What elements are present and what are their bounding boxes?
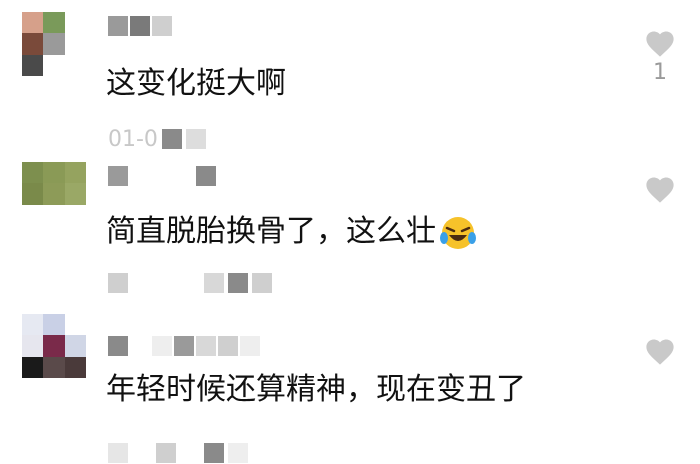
like-count: 1: [653, 60, 667, 85]
heart-icon: [646, 339, 674, 365]
comment-date: 01-0: [108, 126, 158, 152]
avatar[interactable]: [22, 12, 86, 76]
comment-meta: 01-0: [108, 126, 206, 152]
avatar[interactable]: [22, 162, 86, 226]
comment-item: 年轻时候还算精神，现在变丑了: [0, 300, 700, 464]
username[interactable]: [108, 16, 172, 36]
comment-text: 这变化挺大啊: [106, 66, 286, 101]
username[interactable]: [108, 336, 260, 356]
like-button[interactable]: 1: [640, 28, 680, 85]
comment-item: 简直脱胎换骨了，这么壮: [0, 150, 700, 300]
heart-icon: [646, 177, 674, 203]
comment-text: 简直脱胎换骨了，这么壮: [106, 212, 478, 253]
like-button[interactable]: [640, 336, 680, 368]
avatar[interactable]: [22, 314, 86, 378]
comment-text: 年轻时候还算精神，现在变丑了: [106, 372, 526, 407]
comment-item: 这变化挺大啊 01-0 1: [0, 0, 700, 152]
username[interactable]: [108, 166, 216, 186]
comment-text-content: 简直脱胎换骨了，这么壮: [106, 214, 436, 249]
comment-meta: [108, 442, 248, 464]
like-button[interactable]: [640, 174, 680, 206]
comment-meta: [108, 272, 272, 294]
laughing-tears-emoji: [440, 216, 476, 249]
heart-icon: [646, 31, 674, 57]
